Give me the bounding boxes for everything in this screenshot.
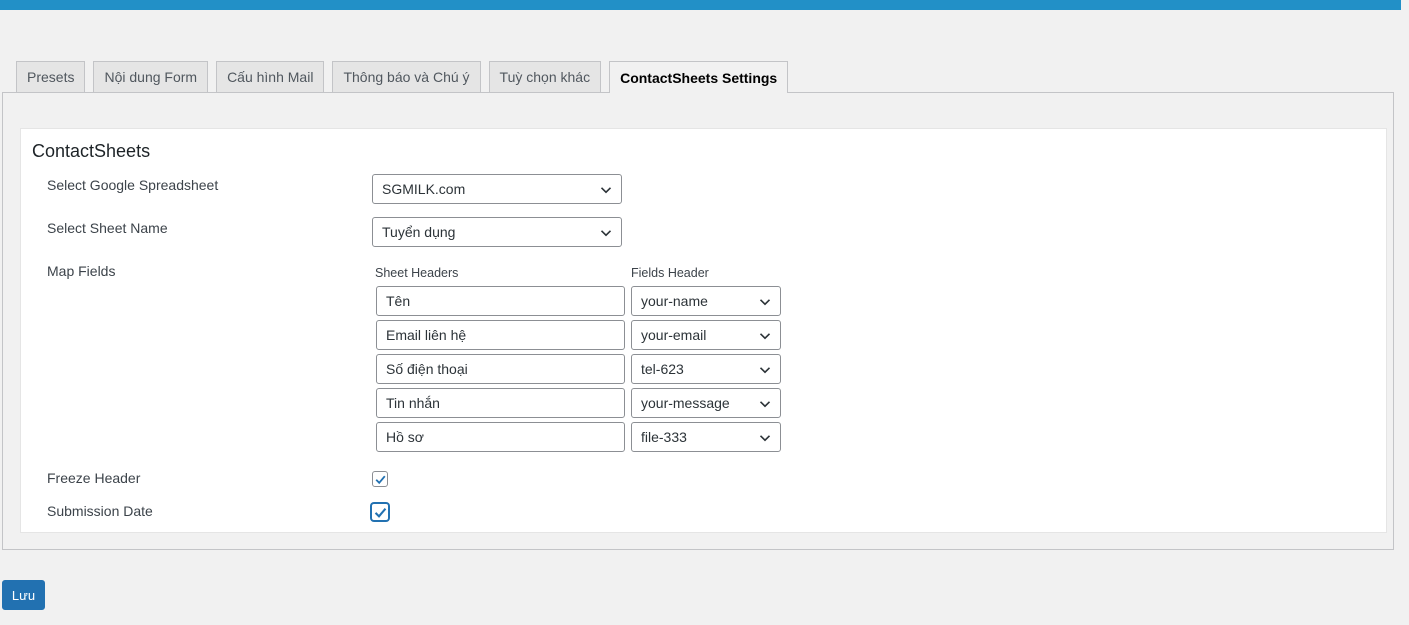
tab-mail-config[interactable]: Cấu hình Mail [216,61,325,92]
sheet-header-input[interactable] [376,422,625,452]
tab-contactsheets-settings[interactable]: ContactSheets Settings [609,61,789,93]
chevron-down-icon [759,435,771,442]
chevron-down-icon [759,367,771,374]
check-icon [375,475,386,485]
submission-date-label: Submission Date [47,503,153,519]
chevron-down-icon [600,230,612,237]
save-button[interactable]: Lưu [2,580,45,610]
chevron-down-icon [759,401,771,408]
freeze-header-label: Freeze Header [47,470,141,486]
sheet-name-select-value: Tuyển dụng [382,224,456,240]
map-fields-label: Map Fields [47,263,116,279]
sheet-name-select[interactable]: Tuyển dụng [372,217,622,247]
sheet-header-input[interactable] [376,388,625,418]
field-select[interactable]: your-email [631,320,781,350]
field-select[interactable]: your-message [631,388,781,418]
spreadsheet-label: Select Google Spreadsheet [47,177,219,193]
sheet-header-input[interactable] [376,354,625,384]
check-icon [374,508,387,518]
field-select-value: file-333 [641,429,687,445]
chevron-down-icon [600,187,612,194]
field-select-value: your-name [641,293,708,309]
chevron-down-icon [759,333,771,340]
freeze-header-checkbox[interactable] [372,471,388,487]
tab-bar: Presets Nội dung Form Cấu hình Mail Thôn… [16,61,789,93]
field-select[interactable]: tel-623 [631,354,781,384]
field-select-value: tel-623 [641,361,684,377]
field-select-value: your-message [641,395,730,411]
tab-other-options[interactable]: Tuỳ chọn khác [488,61,602,92]
sheet-headers-label: Sheet Headers [375,266,459,280]
card-title: ContactSheets [32,141,151,161]
fields-header-label: Fields Header [631,266,709,280]
tab-form-content[interactable]: Nội dung Form [93,61,209,92]
submission-date-checkbox[interactable] [371,503,389,521]
contactsheets-card: ContactSheets Select Google Spreadsheet … [20,128,1387,533]
tab-panel: ContactSheets Select Google Spreadsheet … [2,92,1394,550]
field-select[interactable]: file-333 [631,422,781,452]
tab-presets[interactable]: Presets [16,61,86,92]
sheet-name-label: Select Sheet Name [47,220,168,236]
chevron-down-icon [759,299,771,306]
field-select[interactable]: your-name [631,286,781,316]
sheet-header-input[interactable] [376,320,625,350]
tab-messages[interactable]: Thông báo và Chú ý [332,61,481,92]
spreadsheet-select-value: SGMILK.com [382,181,466,197]
admin-top-bar [0,0,1401,10]
field-select-value: your-email [641,327,707,343]
spreadsheet-select[interactable]: SGMILK.com [372,174,622,204]
sheet-header-input[interactable] [376,286,625,316]
